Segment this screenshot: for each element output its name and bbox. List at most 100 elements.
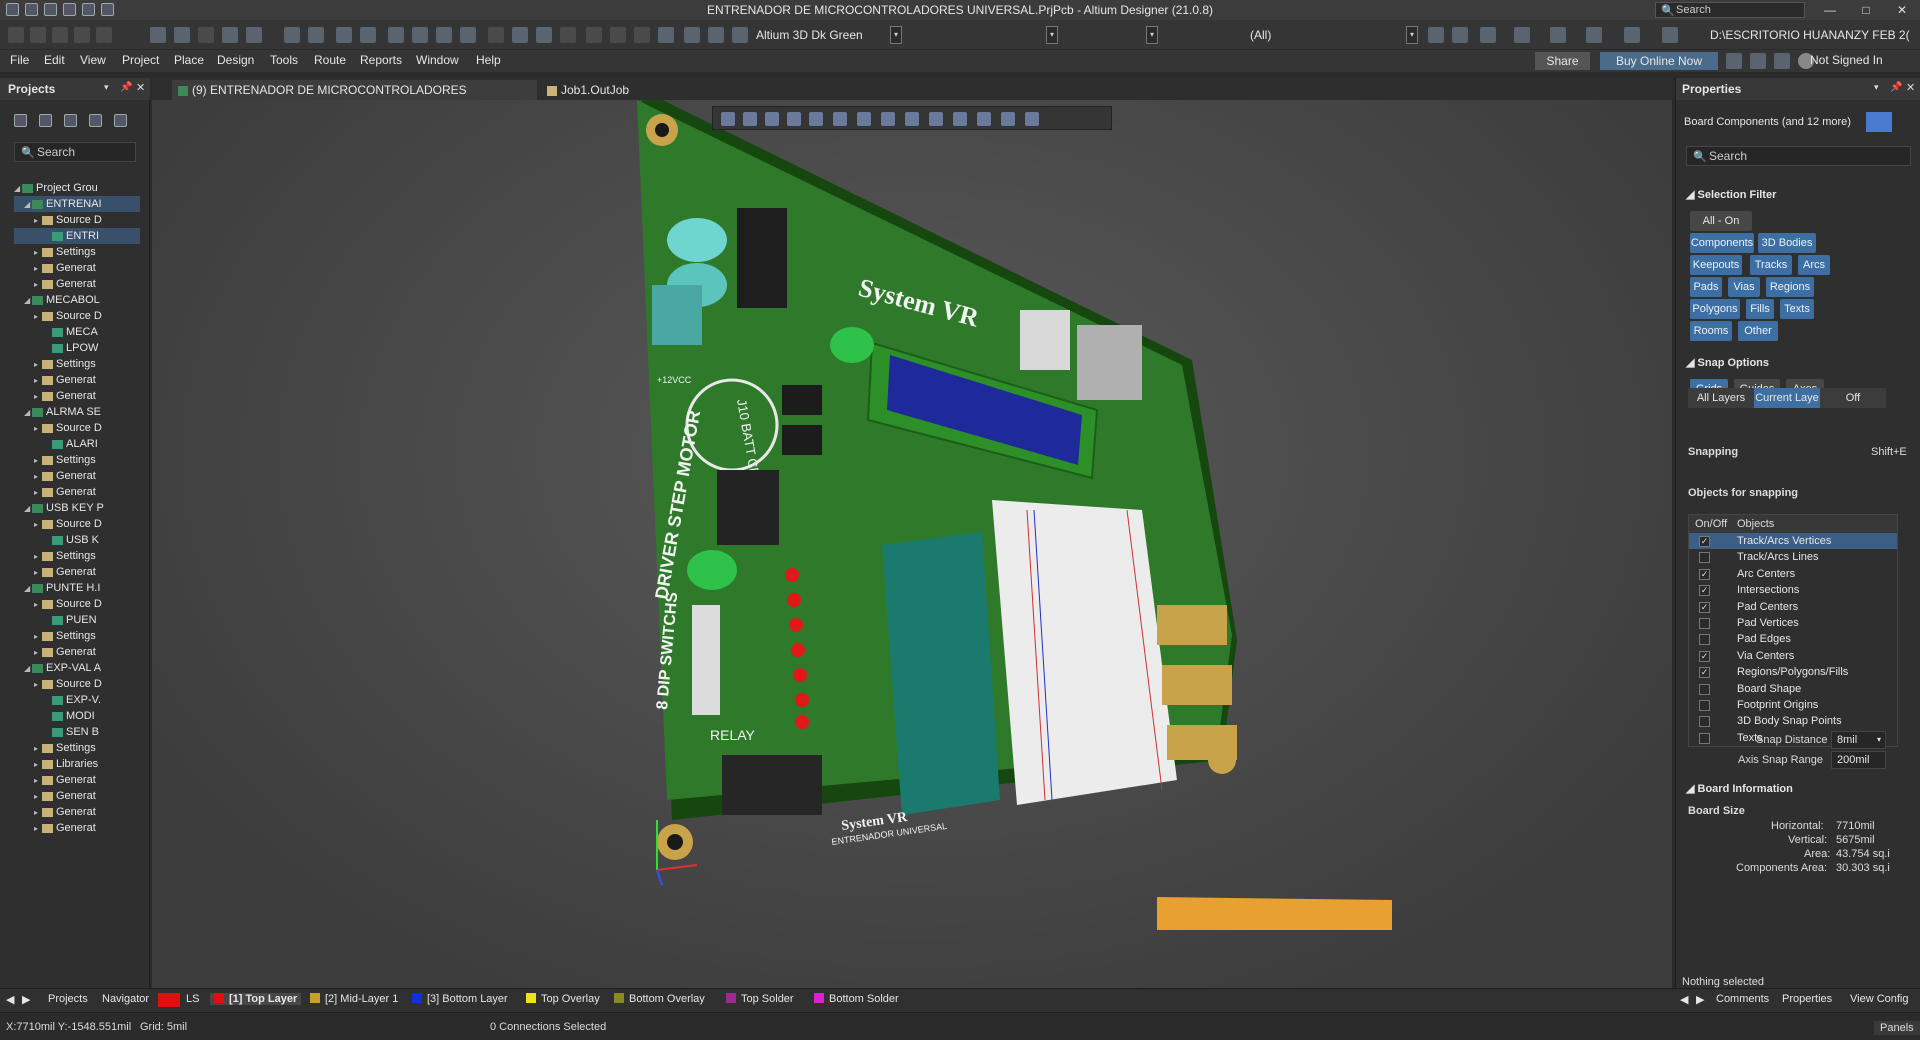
tree-document-item[interactable]: EXP-V.: [14, 692, 140, 708]
all-on-button[interactable]: All - On: [1690, 211, 1752, 231]
menu-view[interactable]: View: [80, 53, 106, 67]
chart-icon[interactable]: [1480, 27, 1496, 43]
checkbox-checked-icon[interactable]: ✓: [1699, 650, 1710, 662]
tree-folder-item[interactable]: ▸ Source D: [14, 516, 140, 532]
checkbox-checked-icon[interactable]: ✓: [1699, 568, 1710, 580]
menu-edit[interactable]: Edit: [44, 53, 65, 67]
filter-icon[interactable]: [721, 112, 735, 126]
projects-search-input[interactable]: 🔍 Search: [14, 142, 136, 162]
all-filter-dropdown-icon[interactable]: ▾: [1406, 26, 1418, 44]
expand-arrow-icon[interactable]: ▸: [34, 357, 42, 372]
zoom-fit-icon[interactable]: [388, 27, 404, 43]
clear-filter-icon[interactable]: [658, 27, 674, 43]
checkbox-checked-icon[interactable]: ✓: [1699, 601, 1710, 613]
snap-options-header[interactable]: ◢ Snap Options: [1686, 356, 1769, 369]
snap-mode-off[interactable]: Off: [1820, 388, 1886, 408]
tree-folder-item[interactable]: ▸ Generat: [14, 788, 140, 804]
align-icon[interactable]: [809, 112, 823, 126]
expand-arrow-icon[interactable]: ▸: [34, 805, 42, 820]
maximize-button[interactable]: □: [1848, 2, 1884, 18]
undo-toolbar-icon[interactable]: [684, 27, 700, 43]
filter-chip-fills[interactable]: Fills: [1746, 299, 1774, 319]
tree-folder-item[interactable]: ▸ Settings: [14, 628, 140, 644]
tree-folder-item[interactable]: ▸ Settings: [14, 740, 140, 756]
layer-tab[interactable]: Bottom Solder: [814, 993, 899, 1005]
tree-document-item[interactable]: USB K: [14, 532, 140, 548]
diff-pair-icon[interactable]: [30, 27, 46, 43]
tab-outjob[interactable]: Job1.OutJob: [547, 80, 629, 100]
snap-object-row[interactable]: Track/Arcs Lines: [1689, 549, 1897, 565]
filter-chip-vias[interactable]: Vias: [1728, 277, 1760, 297]
tab-pcb-document[interactable]: (9) ENTRENADOR DE MICROCONTROLADORES UNI…: [172, 80, 537, 117]
snap-object-row[interactable]: Pad Edges: [1689, 631, 1897, 647]
expand-arrow-icon[interactable]: ▸: [34, 213, 42, 228]
menu-design[interactable]: Design: [217, 53, 254, 67]
tree-folder-item[interactable]: ▸ Settings: [14, 244, 140, 260]
filter-chip-pads[interactable]: Pads: [1690, 277, 1722, 297]
fill-icon[interactable]: [222, 27, 238, 43]
tree-document-item[interactable]: LPOW: [14, 340, 140, 356]
expand-arrow-icon[interactable]: ▸: [34, 389, 42, 404]
expand-arrow-icon[interactable]: ▸: [34, 821, 42, 836]
checkbox-unchecked-icon[interactable]: [1699, 716, 1710, 728]
checkbox-unchecked-icon[interactable]: [1699, 732, 1710, 744]
interactive-route-icon[interactable]: [52, 27, 68, 43]
global-search-input[interactable]: 🔍 Search: [1655, 2, 1805, 18]
clear-mask-icon[interactable]: [1452, 27, 1468, 43]
filter-chip-other[interactable]: Other: [1738, 321, 1778, 341]
checkbox-unchecked-icon[interactable]: [1699, 634, 1710, 646]
deselect-icon[interactable]: [634, 27, 650, 43]
pin-icon[interactable]: 📌: [120, 82, 132, 93]
checkbox-checked-icon[interactable]: ✓: [1699, 536, 1710, 547]
expand-arrow-icon[interactable]: ▸: [34, 565, 42, 580]
filter-funnel-icon[interactable]: [1866, 112, 1892, 132]
expand-arrow-icon[interactable]: ▸: [34, 309, 42, 324]
tree-project-item[interactable]: ◢ MECABOL: [14, 292, 140, 308]
project-settings-icon[interactable]: [114, 114, 127, 127]
print-icon[interactable]: [336, 27, 352, 43]
zoom-selected-icon[interactable]: [436, 27, 452, 43]
route-icon[interactable]: [743, 112, 757, 126]
tree-folder-item[interactable]: ▸ Settings: [14, 356, 140, 372]
text-icon[interactable]: [1001, 112, 1015, 126]
route-icon[interactable]: [8, 27, 24, 43]
tree-folder-item[interactable]: ▸ Source D: [14, 420, 140, 436]
tree-project-item[interactable]: ◢ ENTRENAI: [14, 196, 140, 212]
tree-project-item[interactable]: ◢ USB KEY P: [14, 500, 140, 516]
open-project-folder-icon[interactable]: [64, 114, 77, 127]
filter-chip-components[interactable]: Components: [1690, 233, 1754, 253]
tree-folder-item[interactable]: ▸ Source D: [14, 676, 140, 692]
bottom-tab-comments[interactable]: Comments: [1716, 993, 1769, 1005]
filter-dropdown-icon[interactable]: ▾: [1146, 26, 1158, 44]
paste-icon[interactable]: [536, 27, 552, 43]
tree-folder-item[interactable]: ▸ Generat: [14, 644, 140, 660]
home-icon[interactable]: [1726, 53, 1742, 69]
tree-folder-item[interactable]: ▸ Libraries: [14, 756, 140, 772]
ruler-icon[interactable]: [1550, 27, 1566, 43]
scroll-right-icon[interactable]: ▶: [1696, 993, 1704, 1006]
expand-arrow-icon[interactable]: ▸: [34, 373, 42, 388]
save-project-icon[interactable]: [14, 114, 27, 127]
snap-object-row[interactable]: ✓ Intersections: [1689, 582, 1897, 598]
properties-scope[interactable]: Board Components (and 12 more): [1684, 116, 1851, 128]
expand-arrow-icon[interactable]: ◢: [24, 661, 32, 676]
line-icon[interactable]: [1025, 112, 1039, 126]
close-button[interactable]: ✕: [1884, 2, 1920, 18]
expand-arrow-icon[interactable]: ▸: [34, 261, 42, 276]
expand-arrow-icon[interactable]: ▸: [34, 453, 42, 468]
properties-search-input[interactable]: 🔍 Search: [1686, 146, 1911, 166]
expand-arrow-icon[interactable]: ▸: [34, 277, 42, 292]
sign-in-status[interactable]: Not Signed In: [1810, 53, 1883, 67]
snap-object-row[interactable]: ✓ Regions/Polygons/Fills: [1689, 664, 1897, 680]
tree-document-item[interactable]: SEN B: [14, 724, 140, 740]
pcb-3d-canvas[interactable]: J10 BATT CR2032 +12VCC System VR DRIVER …: [152, 100, 1672, 988]
tree-project-item[interactable]: ◢ Project Grou: [14, 180, 140, 196]
checkbox-unchecked-icon[interactable]: [1699, 699, 1710, 711]
bottom-tab-properties[interactable]: Properties: [1782, 993, 1832, 1005]
tree-folder-item[interactable]: ▸ Generat: [14, 484, 140, 500]
panel-menu-icon[interactable]: ▾: [1874, 82, 1879, 93]
checkbox-unchecked-icon[interactable]: [1699, 683, 1710, 695]
layer-set-dropdown-icon[interactable]: ▾: [1046, 26, 1058, 44]
polygon-icon[interactable]: [198, 27, 214, 43]
view-config-select[interactable]: Altium 3D Dk Green: [750, 26, 904, 44]
